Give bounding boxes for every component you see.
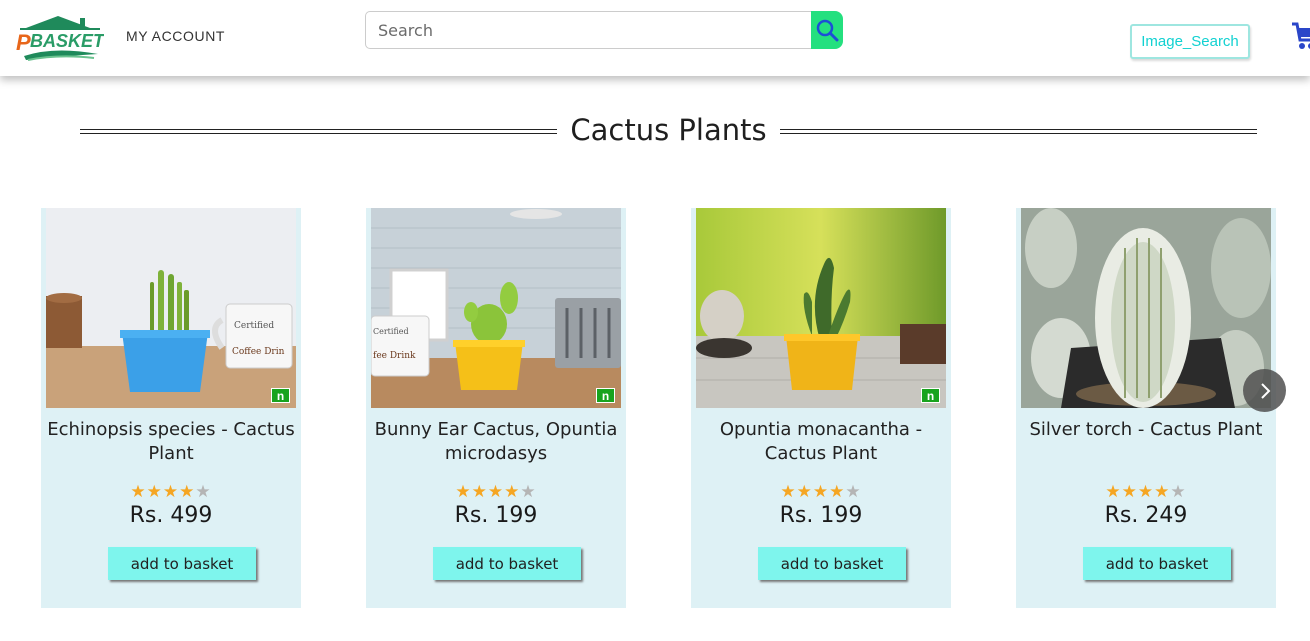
star-icon: ★	[455, 482, 472, 501]
product-price: Rs. 499	[129, 503, 213, 528]
product-price: Rs. 199	[779, 503, 863, 528]
section-heading: Cactus Plants	[0, 113, 1310, 153]
svg-text:fee Drink: fee Drink	[373, 351, 416, 361]
star-icon: ★	[845, 482, 862, 501]
search-bar	[365, 11, 843, 49]
chevron-right-icon	[1260, 382, 1270, 399]
star-icon: ★	[1121, 482, 1138, 501]
product-card[interactable]: Certified fee Drink n Bunny Ear Cactus, …	[366, 208, 626, 608]
star-icon: ★	[1105, 482, 1122, 501]
star-icon: ★	[780, 482, 797, 501]
rating-stars: ★★★★★	[366, 482, 626, 502]
star-icon: ★	[520, 482, 537, 501]
my-account-link[interactable]: MY ACCOUNT	[126, 28, 225, 44]
star-icon: ★	[1170, 482, 1187, 501]
star-icon: ★	[471, 482, 488, 501]
logo-graphic: P BASKET	[16, 16, 106, 61]
star-icon: ★	[162, 482, 180, 501]
star-icon: ★	[1137, 482, 1155, 501]
star-icon: ★	[796, 482, 813, 501]
top-navbar: P BASKET MY ACCOUNT Image_Search	[0, 0, 1310, 76]
product-image[interactable]: n	[696, 208, 946, 408]
star-icon: ★	[179, 482, 196, 501]
rating-stars: ★★★★★	[1016, 482, 1276, 502]
star-icon: ★	[1154, 482, 1171, 501]
bunny-ear-cactus-photo: Certified fee Drink	[371, 208, 621, 408]
brand-badge: n	[921, 388, 940, 403]
svg-text:Certified: Certified	[373, 327, 409, 336]
pbasket-logo[interactable]: P BASKET	[14, 16, 106, 66]
opuntia-monacantha-photo	[696, 208, 946, 408]
star-icon: ★	[812, 482, 830, 501]
product-price: Rs. 249	[1104, 503, 1188, 528]
cart-icon-graphic	[1292, 22, 1310, 49]
search-button[interactable]	[811, 11, 843, 49]
rating-stars: ★★★★★	[691, 482, 951, 502]
image-search-button[interactable]: Image_Search	[1130, 24, 1250, 59]
svg-text:Certified: Certified	[234, 321, 274, 331]
product-card[interactable]: n Opuntia monacantha - Cactus Plant ★★★★…	[691, 208, 951, 608]
add-to-basket-button[interactable]: add to basket	[108, 547, 256, 580]
echinopsis-photo: Certified Coffee Drin	[46, 208, 296, 408]
add-to-basket-button[interactable]: add to basket	[1083, 547, 1231, 580]
svg-text:Coffee Drin: Coffee Drin	[232, 347, 285, 357]
brand-badge: n	[271, 388, 290, 403]
star-icon: ★	[146, 482, 163, 501]
star-icon: ★	[195, 482, 212, 501]
product-name[interactable]: Silver torch - Cactus Plant	[1016, 418, 1276, 442]
star-icon: ★	[829, 482, 846, 501]
add-to-basket-button[interactable]: add to basket	[433, 547, 581, 580]
product-card[interactable]: Certified Coffee Drin n Echinopsis speci…	[41, 208, 301, 608]
product-price: Rs. 199	[454, 503, 538, 528]
title-divider-right	[780, 129, 1257, 134]
cart-icon[interactable]	[1292, 20, 1310, 52]
product-name[interactable]: Echinopsis species - Cactus Plant	[41, 418, 301, 466]
add-to-basket-button[interactable]: add to basket	[758, 547, 906, 580]
product-name[interactable]: Opuntia monacantha - Cactus Plant	[691, 418, 951, 466]
search-icon	[816, 19, 839, 42]
star-icon: ★	[130, 482, 147, 501]
product-image[interactable]: Certified Coffee Drin n	[46, 208, 296, 408]
section-title: Cactus Plants	[570, 113, 767, 147]
silver-torch-cactus-photo	[1021, 208, 1271, 408]
title-divider-left	[80, 129, 557, 134]
product-card[interactable]: Silver torch - Cactus Plant ★★★★★ Rs. 24…	[1016, 208, 1276, 608]
product-image[interactable]: Certified fee Drink n	[371, 208, 621, 408]
product-image[interactable]	[1021, 208, 1271, 408]
svg-text:BASKET: BASKET	[30, 31, 104, 51]
product-name[interactable]: Bunny Ear Cactus, Opuntia microdasys	[366, 418, 626, 466]
brand-badge: n	[596, 388, 615, 403]
rating-stars: ★★★★★	[41, 482, 301, 502]
star-icon: ★	[504, 482, 521, 501]
svg-text:P: P	[16, 30, 31, 55]
star-icon: ★	[487, 482, 505, 501]
carousel-next-button[interactable]	[1243, 369, 1286, 412]
search-input[interactable]	[365, 11, 812, 49]
